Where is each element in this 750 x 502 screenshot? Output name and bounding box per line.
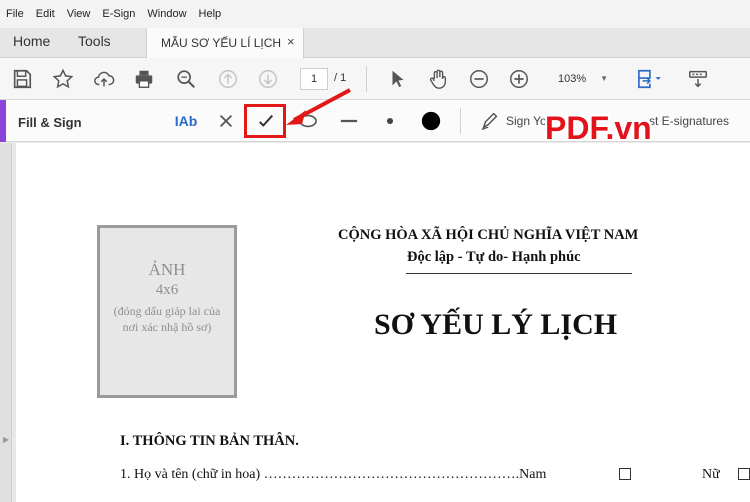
print-icon[interactable] [132,67,156,91]
male-checkbox[interactable] [619,468,631,480]
national-motto: Độc lập - Tự do- Hạnh phúc [407,249,581,265]
photo-size: 4x6 [155,282,179,298]
more-tools-icon[interactable] [686,67,710,91]
expand-panel-icon[interactable]: ▶ [3,435,9,444]
red-arrow-annotation [286,88,351,125]
toolbar-divider [366,66,367,92]
menu-esign[interactable]: E-Sign [96,8,141,20]
zoom-in-icon[interactable] [507,67,531,91]
fill-sign-accent-bar [0,100,6,142]
pdf-page[interactable]: ẢNH 4x6 (đóng dấu giáp lai của nơi xác n… [16,143,750,502]
request-esignatures-button[interactable]: st E-signatures [649,114,729,128]
add-text-tool[interactable]: IAb [172,110,200,132]
sign-pen-icon[interactable] [478,110,502,132]
select-cursor-icon[interactable] [386,67,410,91]
menu-view[interactable]: View [61,8,97,20]
menu-edit[interactable]: Edit [30,8,61,20]
national-title: CỘNG HÒA XÃ HỘI CHỦ NGHĨA VIỆT NAM [338,227,639,243]
form-line-fullname: 1. Họ và tên (chữ in hoa) ……………………………………… [120,467,547,482]
main-toolbar: 1 / 1 103% ▼ [0,58,750,100]
sign-yourself-button[interactable]: Sign Yo [506,114,547,128]
left-panel-collapsed[interactable]: ▶ [0,143,12,502]
document-viewport[interactable]: ▶ ẢNH 4x6 (đóng dấu giáp lai của nơi xác… [0,143,750,502]
tab-bar: Home Tools MẪU SƠ YẾU LÍ LỊCH × [0,28,750,59]
zoom-search-icon[interactable] [174,67,198,91]
save-icon[interactable] [10,67,34,91]
cross-icon [219,114,233,128]
zoom-out-icon[interactable] [467,67,491,91]
large-dot-tool[interactable] [418,110,444,132]
cloud-upload-icon[interactable] [92,67,116,91]
female-checkbox[interactable] [738,468,750,480]
chevron-down-icon: ▼ [600,74,608,83]
photo-label: ẢNH [148,260,186,279]
tab-document[interactable]: MẪU SƠ YẾU LÍ LỊCH × [146,28,304,59]
small-dot-icon [386,117,394,125]
small-dot-tool[interactable] [382,110,398,132]
prev-page-icon[interactable] [216,67,240,91]
photo-note: (đóng dấu giáp lai của nơi xác nhậ hồ sơ… [113,304,221,334]
document-title: SƠ YẾU LÝ LỊCH [374,308,618,341]
page-fit-icon[interactable] [632,67,666,91]
motto-underline [406,273,632,274]
tab-tools[interactable]: Tools [78,33,111,49]
zoom-level-value: 103% [558,73,587,85]
cross-mark-tool[interactable] [216,110,236,132]
menu-help[interactable]: Help [193,8,228,20]
acrobat-window: File Edit View E-Sign Window Help Home T… [0,0,750,502]
fill-sign-title: Fill & Sign [18,115,82,130]
tab-home[interactable]: Home [13,33,50,49]
menu-file[interactable]: File [0,8,30,20]
close-tab-icon[interactable]: × [287,34,295,49]
tab-document-label: MẪU SƠ YẾU LÍ LỊCH [161,36,282,50]
menu-window[interactable]: Window [141,8,192,20]
female-label: Nữ [702,467,720,482]
fill-sign-divider [460,108,461,134]
text-tool-icon: IAb [174,113,198,129]
star-icon[interactable] [51,67,75,91]
photo-placeholder: ẢNH 4x6 (đóng dấu giáp lai của nơi xác n… [97,225,237,398]
next-page-icon[interactable] [256,67,280,91]
pdfvn-watermark: PDF.vn [545,110,652,146]
menu-bar: File Edit View E-Sign Window Help [0,0,750,28]
section-heading: I. THÔNG TIN BẢN THÂN. [120,433,299,449]
large-dot-icon [421,111,441,131]
zoom-level-select[interactable]: 103% ▼ [548,68,618,90]
hand-tool-icon[interactable] [426,67,450,91]
